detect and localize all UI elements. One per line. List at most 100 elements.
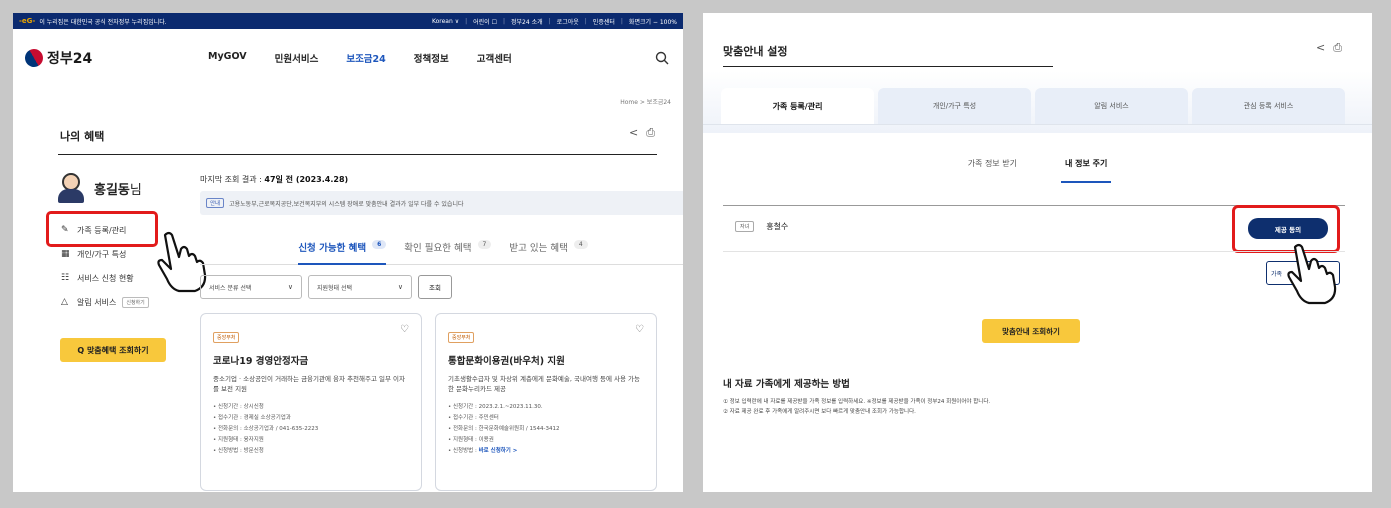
settings-tabs: 가족 등록/관리 개인/가구 특성 알림 서비스 관심 등록 서비스 [721, 88, 1345, 124]
filter-bar: 서비스 분류 선택 ∨ 지원형태 선택 ∨ 조회 [200, 275, 452, 299]
howto-title: 내 자료 가족에게 제공하는 방법 [723, 379, 850, 390]
chevron-down-icon: ∨ [287, 283, 293, 291]
support-type-select[interactable]: 지원형태 선택 ∨ [308, 275, 412, 299]
card-description: 중소기업 · 소상공인이 거래하는 금융기관에 융자 추천해주고 일부 이자를 … [213, 375, 406, 393]
card-details: • 신청기간 : 2023.2.1.~2023.11.30. • 접수기관 : … [448, 402, 644, 457]
tab-divider [703, 124, 1372, 125]
heart-icon[interactable]: ♡ [400, 324, 409, 335]
cert-center-link[interactable]: 인증센터 [593, 17, 615, 26]
home-icon: ▦ [61, 249, 70, 259]
gov-banner-text: 이 누리집은 대한민국 공식 전자정부 누리집입니다. [39, 18, 167, 26]
language-select[interactable]: Korean ∨ [432, 18, 459, 25]
gov-mark-icon: -eG- [19, 17, 36, 25]
list-item: • 전화문의 : 소상공기업과 / 041-635-2223 [213, 426, 319, 432]
side-item-household[interactable]: ▦ 개인/가구 특성 [61, 247, 149, 261]
list-item: • 지원형태 : 융자지원 [213, 437, 264, 443]
apply-tag[interactable]: 신청하기 [122, 296, 149, 308]
side-item-alerts[interactable]: △ 알림 서비스 신청하기 [61, 295, 149, 309]
last-search-info: 마지막 조회 결과 : 47일 전 (2023.4.28) [200, 175, 349, 184]
notice-box: 안내 고용노동부,근로복지공단,보건복지부의 시스템 장애로 맞춤안내 결과가 … [200, 191, 683, 215]
page-title: 맞춤안내 설정 [723, 45, 788, 58]
tab-alerts[interactable]: 알림 서비스 [1035, 88, 1188, 124]
side-item-label: 개인/가구 특성 [77, 249, 127, 259]
site-logo[interactable]: 정부24 [21, 45, 93, 71]
zoom-control[interactable]: 화면크기 − 100% [629, 17, 677, 26]
menu-subsidy24[interactable]: 보조금24 [346, 51, 385, 65]
kids-link[interactable]: 어린이 ☐ [473, 17, 497, 26]
list-item: • 접수기관 : 경제실 소상공기업과 [213, 415, 291, 421]
gov-banner: -eG- 이 누리집은 대한민국 공식 전자정부 누리집입니다. Korean … [13, 13, 683, 29]
tab-interests[interactable]: 관심 등록 서비스 [1192, 88, 1345, 124]
left-screenshot-panel: -eG- 이 누리집은 대한민국 공식 전자정부 누리집입니다. Korean … [13, 13, 683, 492]
count-badge: 6 [372, 240, 387, 249]
member-name: 홍철수 [766, 222, 789, 231]
benefit-card[interactable]: 중앙부처 ♡ 코로나19 경영안정자금 중소기업 · 소상공인이 거래하는 금융… [200, 313, 422, 491]
menu-policy-info[interactable]: 정책정보 [414, 51, 449, 65]
list-item: • 신청방법 : 방문신청 [213, 448, 264, 454]
tab-needs-check[interactable]: 확인 필요한 혜택 7 [404, 235, 492, 264]
table-row-border [723, 251, 1345, 252]
pointer-hand-icon [1287, 243, 1337, 305]
apply-now-link[interactable]: 바로 신청하기 > [479, 448, 518, 454]
user-name: 홍길동님 [94, 182, 142, 198]
page-title: 나의 혜택 [60, 130, 105, 143]
list-item: • 지원형태 : 이용권 [448, 437, 494, 443]
count-badge: 7 [477, 240, 492, 249]
card-title: 통합문화이용권(바우처) 지원 [448, 356, 565, 367]
custom-benefit-search-button[interactable]: Q 맞춤혜택 조회하기 [60, 338, 166, 362]
subtab-receive-info[interactable]: 가족 정보 받기 [964, 158, 1021, 183]
benefit-card[interactable]: 중앙부처 ♡ 통합문화이용권(바우처) 지원 기초생활수급자 및 차상위 계층에… [435, 313, 657, 491]
sub-tabs: 가족 정보 받기 내 정보 주기 [703, 158, 1372, 183]
about-link[interactable]: 정부24 소개 [511, 17, 543, 26]
side-item-label: 서비스 신청 현황 [77, 273, 134, 283]
print-icon[interactable]: ⎙ [1333, 41, 1342, 55]
title-divider [723, 66, 1053, 67]
taegeuk-icon [21, 45, 47, 71]
logout-link[interactable]: 로그아웃 [557, 17, 579, 26]
menu-mygov[interactable]: MyGOV [208, 51, 247, 65]
heart-icon[interactable]: ♡ [635, 324, 644, 335]
share-icon[interactable]: < [629, 126, 638, 140]
side-item-label: 알림 서비스 [77, 297, 117, 307]
tab-eligible[interactable]: 신청 가능한 혜택 6 [298, 235, 387, 265]
user-profile: 홍길동님 [58, 173, 142, 203]
list-item: • 접수기관 : 주민센터 [448, 415, 499, 421]
relation-badge: 자녀 [735, 221, 755, 232]
chevron-down-icon: ∨ [397, 283, 403, 291]
title-divider [58, 154, 657, 155]
custom-guide-search-button[interactable]: 맞춤안내 조회하기 [982, 319, 1080, 343]
menu-civil-service[interactable]: 민원서비스 [275, 51, 319, 65]
notice-tag: 안내 [206, 198, 225, 208]
side-item-application-status[interactable]: ☷ 서비스 신청 현황 [61, 271, 149, 285]
clipboard-icon: ☷ [61, 273, 70, 283]
family-member-row: 자녀 홍철수 [735, 221, 788, 232]
list-item: • 전화문의 : 한국문화예술위원회 / 1544-3412 [448, 426, 560, 432]
tab-household[interactable]: 개인/가구 특성 [878, 88, 1031, 124]
org-badge: 중앙부처 [213, 332, 240, 343]
tab-family[interactable]: 가족 등록/관리 [721, 88, 874, 124]
right-screenshot-panel: 맞춤안내 설정 < ⎙ 가족 등록/관리 개인/가구 특성 알림 서비스 관심 … [703, 13, 1372, 492]
count-badge: 4 [573, 240, 588, 249]
logo-text: 정부24 [47, 51, 93, 67]
global-nav: 정부24 MyGOV 민원서비스 보조금24 정책정보 고객센터 [13, 29, 683, 87]
bell-icon: △ [61, 297, 68, 307]
filter-search-button[interactable]: 조회 [418, 275, 452, 299]
share-icon[interactable]: < [1316, 41, 1325, 55]
breadcrumb: Home > 보조금24 [620, 99, 671, 106]
list-item: ① 정보 입력란에 내 자료를 제공받을 가족 정보를 입력하세요. ※정보를 … [723, 399, 991, 405]
card-title: 코로나19 경영안정자금 [213, 356, 309, 367]
tab-receiving[interactable]: 받고 있는 혜택 4 [509, 235, 588, 264]
service-type-select[interactable]: 서비스 분류 선택 ∨ [200, 275, 302, 299]
print-icon[interactable]: ⎙ [646, 126, 655, 140]
menu-customer-center[interactable]: 고객센터 [477, 51, 512, 65]
list-item: ② 자료 제공 완료 후 가족에게 알려주시면 보다 빠르게 맞춤안내 조회가 … [723, 409, 916, 415]
card-description: 기초생활수급자 및 차상위 계층에게 문화예술, 국내여행 등에 사용 가능한 … [448, 375, 641, 393]
avatar [58, 173, 84, 203]
notice-text: 고용노동부,근로복지공단,보건복지부의 시스템 장애로 맞춤안내 결과가 일부 … [229, 200, 464, 208]
org-badge: 중앙부처 [448, 332, 475, 343]
search-icon[interactable] [655, 51, 669, 65]
utility-links: Korean ∨ | 어린이 ☐ | 정부24 소개 | 로그아웃 | 인증센터 | 화면… [431, 17, 677, 26]
list-item: • 신청기간 : 2023.2.1.~2023.11.30. [448, 404, 543, 410]
list-item: • 신청방법 : 바로 신청하기 > [448, 448, 518, 454]
subtab-give-info[interactable]: 내 정보 주기 [1060, 158, 1112, 183]
